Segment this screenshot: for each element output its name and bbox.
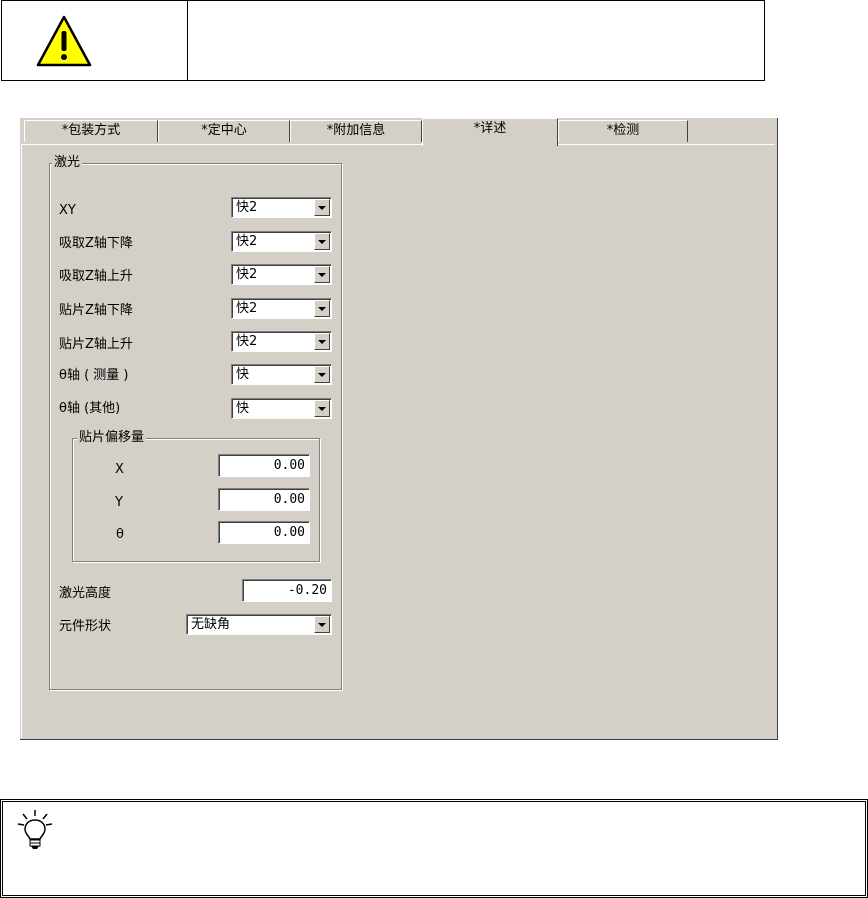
laser-height-input[interactable]: -0.20 (242, 579, 332, 602)
theta-measure-label: θ轴 ( 测量 ) (59, 368, 129, 383)
chevron-down-icon[interactable] (314, 333, 330, 350)
pickup-z-down-value: 快2 (236, 234, 258, 249)
offset-y-input[interactable]: 0.00 (218, 488, 310, 511)
tab-panel-detail: 激光 XY 快2 吸取Z轴下降 快2 吸取Z轴上升 快2 贴片Z轴下降 快2 贴… (21, 144, 775, 738)
tab-inspection[interactable]: *检测 (558, 120, 688, 142)
component-shape-select[interactable]: 无缺角 (186, 614, 332, 635)
chevron-down-icon[interactable] (314, 300, 330, 317)
warning-box (1, 0, 765, 81)
tab-package[interactable]: *包装方式 (24, 120, 158, 142)
pickup-z-down-label: 吸取Z轴下降 (59, 236, 133, 251)
chevron-down-icon[interactable] (314, 616, 330, 633)
tab-detail[interactable]: *详述 (422, 118, 558, 146)
pickup-z-up-label: 吸取Z轴上升 (59, 269, 133, 284)
chevron-down-icon[interactable] (314, 366, 330, 383)
place-z-up-value: 快2 (236, 334, 258, 349)
offset-theta-label: θ (116, 527, 124, 542)
place-z-down-label: 贴片Z轴下降 (59, 303, 133, 318)
theta-measure-select[interactable]: 快 (231, 364, 332, 385)
warning-icon (36, 15, 92, 67)
tab-additional-info[interactable]: *附加信息 (290, 120, 422, 142)
place-z-up-label: 贴片Z轴上升 (59, 337, 133, 352)
chevron-down-icon[interactable] (314, 233, 330, 250)
offset-theta-input[interactable]: 0.00 (218, 521, 310, 544)
chevron-down-icon[interactable] (314, 199, 330, 216)
tab-centering[interactable]: *定中心 (158, 120, 290, 142)
place-z-down-value: 快2 (236, 301, 258, 316)
place-z-down-select[interactable]: 快2 (231, 298, 332, 319)
chevron-down-icon[interactable] (314, 400, 330, 417)
laser-group-title: 激光 (52, 155, 83, 170)
chevron-down-icon[interactable] (314, 266, 330, 283)
offset-x-label: X (115, 462, 124, 477)
xy-value: 快2 (236, 200, 258, 215)
placement-offset-title: 贴片偏移量 (77, 430, 147, 445)
theta-measure-value: 快 (236, 367, 250, 382)
place-z-up-select[interactable]: 快2 (231, 331, 332, 352)
theta-other-select[interactable]: 快 (231, 398, 332, 419)
pickup-z-up-select[interactable]: 快2 (231, 264, 332, 285)
theta-other-value: 快 (236, 401, 250, 416)
component-shape-value: 无缺角 (191, 617, 231, 632)
offset-x-input[interactable]: 0.00 (218, 454, 310, 477)
tab-strip: *包装方式 *定中心 *附加信息 *详述 *检测 (22, 118, 774, 146)
xy-label: XY (59, 203, 76, 218)
laser-height-label: 激光高度 (59, 586, 112, 601)
warning-divider (187, 1, 188, 80)
component-shape-label: 元件形状 (59, 619, 112, 634)
lightbulb-icon (17, 810, 53, 849)
tip-box (0, 799, 868, 898)
xy-select[interactable]: 快2 (231, 197, 332, 218)
pickup-z-down-select[interactable]: 快2 (231, 231, 332, 252)
theta-other-label: θ轴 (其他) (59, 401, 121, 416)
pickup-z-up-value: 快2 (236, 267, 258, 282)
offset-y-label: Y (115, 495, 123, 510)
detail-dialog: *包装方式 *定中心 *附加信息 *详述 *检测 激光 XY 快2 吸取Z轴下降… (20, 118, 778, 740)
